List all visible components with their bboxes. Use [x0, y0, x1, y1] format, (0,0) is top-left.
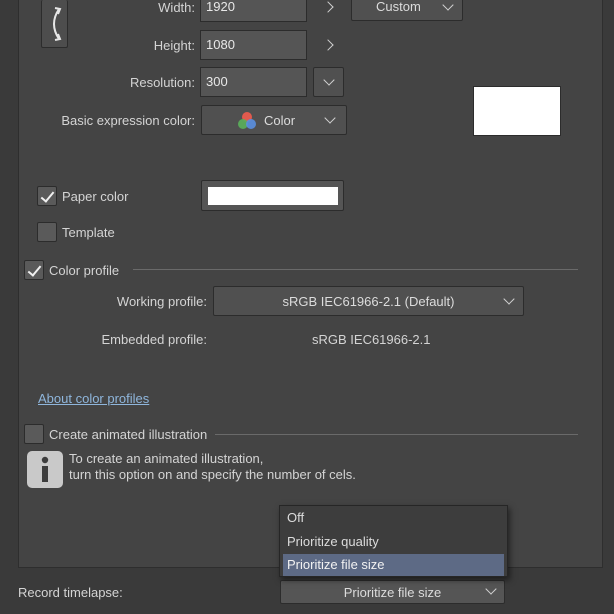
animation-info-line1: To create an animated illustration,	[69, 451, 264, 466]
paper-color-label: Paper color	[62, 189, 129, 204]
about-color-profiles-link[interactable]: About color profiles	[38, 391, 149, 406]
size-preset-dropdown[interactable]: Custom	[351, 0, 463, 21]
timelapse-option-prioritize-file-size[interactable]: Prioritize file size	[283, 554, 504, 576]
animated-illustration-label: Create animated illustration	[49, 427, 208, 442]
timelapse-option-prioritize-quality[interactable]: Prioritize quality	[283, 531, 504, 553]
timelapse-option-off[interactable]: Off	[283, 507, 504, 529]
animated-illustration-checkbox[interactable]	[24, 424, 44, 444]
record-timelapse-options: Off Prioritize quality Prioritize file s…	[279, 505, 508, 577]
chevron-down-icon	[485, 583, 497, 595]
chevron-down-icon	[442, 0, 454, 11]
color-profile-label: Color profile	[49, 263, 120, 278]
template-checkbox[interactable]	[37, 222, 57, 242]
expression-color-dropdown[interactable]: Color	[201, 105, 347, 135]
working-profile-dropdown[interactable]: sRGB IEC61966-2.1 (Default)	[213, 286, 524, 316]
animation-divider	[215, 434, 578, 435]
resolution-dropdown-button[interactable]	[313, 67, 344, 97]
template-label: Template	[62, 225, 115, 240]
height-arrow-button[interactable]	[318, 34, 338, 56]
record-timelapse-value: Prioritize file size	[343, 584, 442, 600]
width-input[interactable]: 1920	[200, 0, 307, 22]
embedded-profile-value: sRGB IEC61966-2.1	[312, 332, 431, 347]
chevron-down-icon	[324, 112, 336, 124]
canvas-preview	[473, 86, 561, 136]
color-circles-icon	[238, 112, 256, 129]
height-label: Height:	[153, 38, 195, 53]
paper-color-checkbox[interactable]	[37, 186, 57, 206]
rotate-orientation-icon	[52, 6, 61, 41]
animation-info-line2: turn this option on and specify the numb…	[69, 467, 356, 482]
orientation-toggle-button[interactable]	[41, 0, 68, 48]
chevron-down-icon	[322, 74, 335, 86]
paper-color-swatch-button[interactable]	[201, 180, 344, 211]
record-timelapse-dropdown[interactable]: Prioritize file size	[280, 580, 505, 604]
working-profile-label: Working profile:	[116, 294, 207, 309]
color-profile-checkbox[interactable]	[24, 260, 44, 280]
chevron-down-icon	[503, 293, 515, 305]
height-input[interactable]: 1080	[200, 30, 307, 60]
info-icon	[27, 451, 63, 488]
width-label: Width:	[158, 0, 195, 15]
embedded-profile-label: Embedded profile:	[101, 332, 207, 347]
working-profile-value: sRGB IEC61966-2.1 (Default)	[282, 293, 455, 309]
size-preset-value: Custom	[376, 0, 421, 14]
color-profile-divider	[133, 269, 578, 270]
resolution-input[interactable]: 300	[200, 67, 307, 97]
paper-color-swatch	[207, 186, 338, 205]
resolution-label: Resolution:	[129, 75, 195, 90]
expression-color-value: Color	[264, 112, 296, 128]
width-arrow-button[interactable]	[318, 0, 338, 18]
expression-color-label: Basic expression color:	[61, 113, 195, 128]
record-timelapse-label: Record timelapse:	[18, 585, 123, 600]
